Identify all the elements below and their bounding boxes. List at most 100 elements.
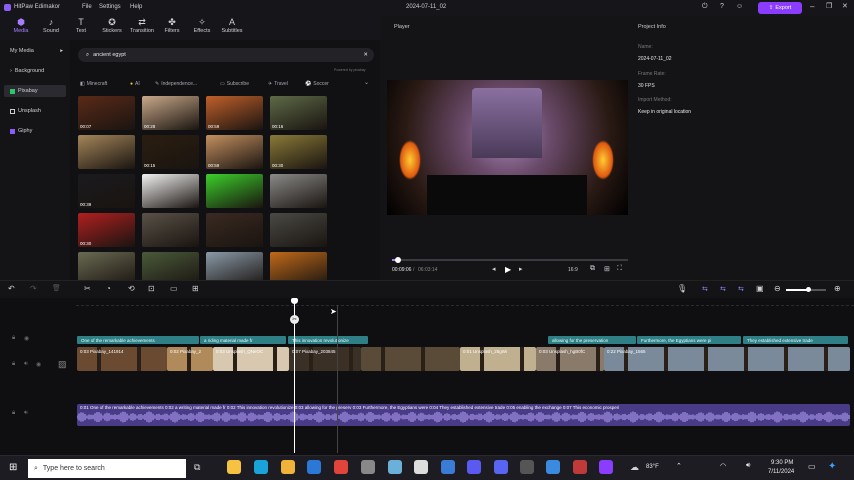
fullscreen-icon[interactable]: ⛶ — [617, 265, 622, 273]
nav-giphy[interactable]: Giphy — [4, 125, 66, 137]
zoom-slider-knob[interactable] — [806, 287, 811, 292]
account-icon[interactable]: ☺ — [736, 3, 743, 10]
subtitle-clip[interactable]: a riding material made fr — [200, 336, 286, 344]
aspect-ratio-select[interactable]: 16:9 — [568, 267, 578, 273]
tray-chevron-icon[interactable]: ⌃ — [676, 462, 682, 470]
help-icon[interactable]: ? — [720, 3, 724, 10]
playhead-split-marker[interactable]: ✂ — [290, 315, 299, 324]
freeze-icon[interactable]: ⊞ — [192, 284, 199, 293]
track-lock-icon[interactable]: 🔒︎ — [12, 335, 15, 342]
track-eye-icon[interactable]: ◉ — [24, 335, 29, 342]
wifi-icon[interactable]: ◠ — [720, 462, 726, 470]
clock-date[interactable]: 7/11/2024 — [768, 469, 794, 475]
maximize-icon[interactable]: ❐ — [826, 2, 832, 10]
mail-icon[interactable] — [307, 460, 321, 474]
toolbar-filters[interactable]: ✤ Filters — [157, 17, 187, 39]
video-clip[interactable] — [361, 347, 460, 371]
crop-tool-icon[interactable]: ⟲ — [128, 284, 135, 293]
copilot-icon[interactable]: ✦ — [828, 461, 836, 472]
media-thumbnail[interactable]: 00:30 — [270, 135, 327, 169]
chip-subscribe[interactable]: ▭ Subscribe — [220, 78, 249, 89]
subtitle-clip[interactable]: One of the remarkable achievements — [77, 336, 199, 344]
search-input[interactable]: ⌕ ancient egypt ✕ — [78, 48, 374, 62]
video-clip[interactable]: 0:01 Unsplash_25gWi — [460, 347, 536, 371]
zoom-in-icon[interactable]: ⊕ — [834, 284, 841, 293]
toolbar-text[interactable]: T Text — [66, 17, 96, 39]
speed-icon[interactable]: ◔ — [106, 284, 111, 293]
subtitle-clip[interactable]: allowing for the preservation — [548, 336, 636, 344]
media-thumbnail[interactable]: 00:07 — [78, 96, 135, 130]
video-clip[interactable]: 0:07 Pixabay_203845 — [289, 347, 361, 371]
split-icon[interactable]: ✂ — [84, 284, 91, 293]
app-icon[interactable] — [520, 460, 534, 474]
toolbar-stickers[interactable]: ✪ Stickers — [97, 17, 127, 39]
edimakor-icon[interactable] — [599, 460, 613, 474]
video-track-audio-icon[interactable]: 🔊︎ — [24, 361, 28, 368]
playhead-handle[interactable] — [291, 298, 298, 304]
chip-soccer[interactable]: ⚽ Soccer — [305, 78, 329, 89]
toolbar-media[interactable]: ⬢ Media — [6, 17, 36, 39]
nav-pixabay[interactable]: Pixabay — [4, 85, 66, 97]
export-button[interactable]: ⇪ Export — [758, 2, 802, 14]
next-frame-icon[interactable]: ▸ — [519, 265, 523, 273]
audio-track-lock-icon[interactable]: 🔒︎ — [12, 410, 15, 417]
chrome-icon[interactable] — [334, 460, 348, 474]
video-track-eye-icon[interactable]: ◉ — [36, 361, 41, 368]
media-thumbnail[interactable] — [206, 174, 263, 208]
media-thumbnail[interactable] — [142, 174, 199, 208]
clear-search-icon[interactable]: ✕ — [363, 52, 368, 58]
snap-icon[interactable]: ⇆ — [702, 285, 708, 293]
minimize-icon[interactable]: – — [810, 2, 814, 11]
notification-icon[interactable]: ⏻ — [702, 3, 708, 11]
media-thumbnail[interactable]: 00:59 — [206, 135, 263, 169]
app-icon[interactable] — [467, 460, 481, 474]
media-thumbnail[interactable] — [142, 213, 199, 247]
media-thumbnail[interactable] — [206, 213, 263, 247]
prev-frame-icon[interactable]: ◂ — [492, 265, 496, 273]
video-clip[interactable]: 0:03 Unsplash_hgB0fC — [536, 347, 604, 371]
folder-icon[interactable] — [281, 460, 295, 474]
comment-icon[interactable]: ▭ — [170, 284, 178, 293]
subtitle-clip[interactable]: This innovation revolutionize — [288, 336, 368, 344]
video-clip[interactable]: 0:03 Unsplash_QNeOC — [213, 347, 289, 371]
weather-icon[interactable]: ☁ — [630, 462, 639, 473]
magnet-icon[interactable]: ⇆ — [738, 285, 744, 293]
toolbar-effects[interactable]: ✧ Effects — [187, 17, 217, 39]
media-thumbnail[interactable] — [270, 213, 327, 247]
taskbar-search-input[interactable]: ⌕ Type here to search — [28, 459, 186, 478]
video-clip[interactable]: 0:22 Pixabay_1565 — [604, 347, 850, 371]
media-thumbnail[interactable]: 00:16 — [270, 96, 327, 130]
nav-background[interactable]: › Background — [4, 65, 66, 77]
media-thumbnail[interactable]: 00:15 — [142, 135, 199, 169]
video-clip[interactable]: 0:02 Pixabay_2 — [167, 347, 213, 371]
subtitle-clip[interactable]: They established extensive trade — [743, 336, 848, 344]
volume-icon[interactable]: 🔊︎ — [746, 462, 750, 470]
app-icon[interactable] — [414, 460, 428, 474]
windows-start-icon[interactable]: ⊞ — [9, 462, 17, 473]
chips-expand-icon[interactable]: ⌄ — [364, 79, 369, 86]
menu-settings[interactable]: Settings — [99, 4, 121, 10]
crop-icon[interactable]: ⊞ — [604, 265, 610, 273]
toolbar-sound[interactable]: ♪ Sound — [36, 17, 66, 39]
edge-icon[interactable] — [254, 460, 268, 474]
audio-clip[interactable]: 0:01 One of the remarkable achievements … — [77, 404, 850, 426]
media-thumbnail[interactable] — [78, 135, 135, 169]
app-icon[interactable] — [361, 460, 375, 474]
snapshot-icon[interactable]: ⧉ — [590, 265, 595, 273]
undo-icon[interactable]: ↶ — [8, 284, 15, 293]
media-thumbnail[interactable]: 00:59 — [206, 96, 263, 130]
playhead-knob[interactable] — [394, 257, 401, 263]
subtitle-clip[interactable]: Furthermore, the Egyptians were pi — [637, 336, 741, 344]
audio-track-volume-icon[interactable]: 🔊︎ — [24, 410, 28, 417]
chip-travel[interactable]: ✈ Travel — [268, 78, 288, 89]
menu-file[interactable]: File — [82, 4, 92, 10]
media-thumbnail[interactable] — [270, 174, 327, 208]
close-icon[interactable]: ✕ — [842, 2, 848, 10]
discord-icon[interactable] — [494, 460, 508, 474]
video-track-lock-icon[interactable]: 🔒︎ — [12, 361, 15, 368]
chip-minecraft[interactable]: ◧ Minecraft — [80, 78, 107, 89]
clock-time[interactable]: 9:30 PM — [771, 460, 793, 466]
app-icon[interactable] — [388, 460, 402, 474]
app-icon[interactable] — [441, 460, 455, 474]
play-icon[interactable]: ▶ — [505, 265, 511, 274]
